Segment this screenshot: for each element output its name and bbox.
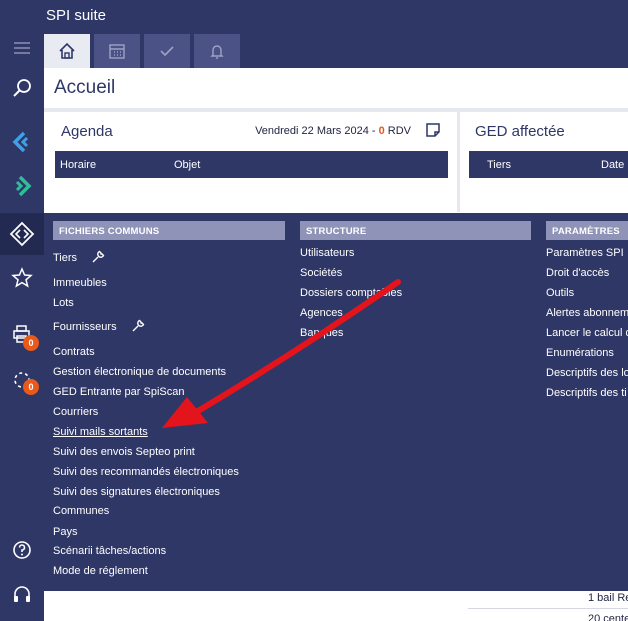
menu-item-utilisateurs[interactable]: Utilisateurs xyxy=(300,247,354,259)
menu-item-descriptifs-tiers[interactable]: Descriptifs des ti xyxy=(546,387,627,399)
ged-row-2: 20 cente xyxy=(588,613,628,621)
hamburger-icon xyxy=(14,42,30,54)
left-rail: 0 0 xyxy=(0,0,44,621)
sync-button[interactable] xyxy=(0,360,44,400)
menu-item-fournisseurs[interactable]: Fournisseurs xyxy=(53,321,117,333)
modules-button[interactable] xyxy=(0,213,44,255)
ged-row-1: 1 bail Re xyxy=(588,592,628,604)
menu-item-enumerations[interactable]: Enumérations xyxy=(546,347,614,359)
col-tiers[interactable]: Tiers xyxy=(487,159,511,171)
tab-home[interactable] xyxy=(44,34,90,68)
agenda-title: Agenda xyxy=(61,123,113,140)
menu-item-suivi-mails-sortants[interactable]: Suivi mails sortants xyxy=(53,426,148,438)
checkmark-icon xyxy=(160,46,174,57)
menu-item-ged[interactable]: Gestion électronique de documents xyxy=(53,366,226,378)
tab-calendar[interactable] xyxy=(94,34,140,68)
menu-item-agences[interactable]: Agences xyxy=(300,307,343,319)
menu-item-banques[interactable]: Banques xyxy=(300,327,343,339)
print-queue-button[interactable] xyxy=(0,314,44,354)
menu-header-fichiers-communs: FICHIERS COMMUNS xyxy=(53,221,285,240)
menu-item-courriers[interactable]: Courriers xyxy=(53,406,98,418)
menu-item-tiers[interactable]: Tiers xyxy=(53,252,77,264)
menu-item-communes[interactable]: Communes xyxy=(53,505,109,517)
chevron-left-blue-icon xyxy=(12,131,29,153)
help-icon xyxy=(13,541,31,559)
menu-item-descriptifs-lots[interactable]: Descriptifs des lo xyxy=(546,367,628,379)
headset-icon xyxy=(14,586,30,602)
ged-table-header: Tiers Date xyxy=(469,151,628,178)
chevron-right-green-icon xyxy=(15,175,32,197)
search-icon xyxy=(13,79,31,97)
favorites-button[interactable] xyxy=(0,258,44,298)
wrench-icon[interactable] xyxy=(90,249,106,265)
menu-item-lancer-calcul[interactable]: Lancer le calcul d xyxy=(546,327,628,339)
note-icon[interactable] xyxy=(425,122,441,138)
agenda-unit: RDV xyxy=(384,125,411,137)
menu-item-mode-reglement[interactable]: Mode de réglement xyxy=(53,565,148,577)
col-objet[interactable]: Objet xyxy=(174,159,200,171)
menu-item-ged-spiscan[interactable]: GED Entrante par SpiScan xyxy=(53,386,184,398)
menu-item-pays[interactable]: Pays xyxy=(53,526,77,538)
search-button[interactable] xyxy=(0,68,44,108)
ged-row-divider xyxy=(468,608,628,609)
title-bar: SPI suite xyxy=(0,0,628,32)
menu-item-alertes-abonnement[interactable]: Alertes abonnem xyxy=(546,307,628,319)
agenda-separator: - xyxy=(368,125,379,137)
sync-badge: 0 xyxy=(23,379,39,395)
menu-item-suivi-septeo-print[interactable]: Suivi des envois Septeo print xyxy=(53,446,195,458)
bell-icon xyxy=(210,45,224,59)
ged-panel: GED affectée Tiers Date xyxy=(468,118,628,213)
support-button[interactable] xyxy=(0,575,44,615)
menu-item-droit-acces[interactable]: Droit d'accès xyxy=(546,267,609,279)
menu-item-contrats[interactable]: Contrats xyxy=(53,346,95,358)
chevron-green-button[interactable] xyxy=(0,166,44,206)
menu-item-immeubles[interactable]: Immeubles xyxy=(53,277,107,289)
chevron-blue-button[interactable] xyxy=(0,122,44,162)
page-title: Accueil xyxy=(54,77,116,98)
help-button[interactable] xyxy=(0,530,44,570)
calendar-icon xyxy=(109,44,125,59)
header-divider xyxy=(44,108,628,112)
menu-item-outils[interactable]: Outils xyxy=(546,287,574,299)
menu-header-structure: STRUCTURE xyxy=(300,221,531,240)
menu-item-parametres-spi[interactable]: Paramètres SPI xyxy=(546,247,624,259)
tab-tasks[interactable] xyxy=(144,34,190,68)
agenda-table-header: Horaire Objet xyxy=(55,151,448,178)
agenda-panel: Agenda Vendredi 22 Mars 2024 - 0 RDV Hor… xyxy=(54,118,449,213)
agenda-date: Vendredi 22 Mars 2024 - 0 RDV xyxy=(255,125,411,137)
menu-item-societes[interactable]: Sociétés xyxy=(300,267,342,279)
app-title: SPI suite xyxy=(46,7,107,24)
home-icon xyxy=(59,42,75,59)
col-date[interactable]: Date xyxy=(601,159,624,171)
tab-notifications[interactable] xyxy=(194,34,240,68)
menu-item-lots[interactable]: Lots xyxy=(53,297,74,309)
star-icon xyxy=(11,267,33,288)
menu-item-scenarii[interactable]: Scénarii tâches/actions xyxy=(53,545,166,557)
ged-title: GED affectée xyxy=(475,123,565,140)
menu-item-suivi-signatures[interactable]: Suivi des signatures électroniques xyxy=(53,486,220,498)
col-horaire[interactable]: Horaire xyxy=(60,159,96,171)
printer-badge: 0 xyxy=(23,335,39,351)
diamond-code-icon xyxy=(9,221,35,247)
menu-item-dossiers-comptables[interactable]: Dossiers comptables xyxy=(300,287,402,299)
wrench-icon[interactable] xyxy=(130,318,146,334)
menu-header-parametres: PARAMÈTRES xyxy=(546,221,628,240)
top-tabs xyxy=(44,32,240,68)
hamburger-button[interactable] xyxy=(0,28,44,68)
panel-separator xyxy=(457,112,460,212)
agenda-date-text: Vendredi 22 Mars 2024 xyxy=(255,125,369,137)
menu-item-suivi-recommandes[interactable]: Suivi des recommandés électroniques xyxy=(53,466,239,478)
modules-menu: FICHIERS COMMUNS STRUCTURE PARAMÈTRES Ti… xyxy=(44,213,628,591)
